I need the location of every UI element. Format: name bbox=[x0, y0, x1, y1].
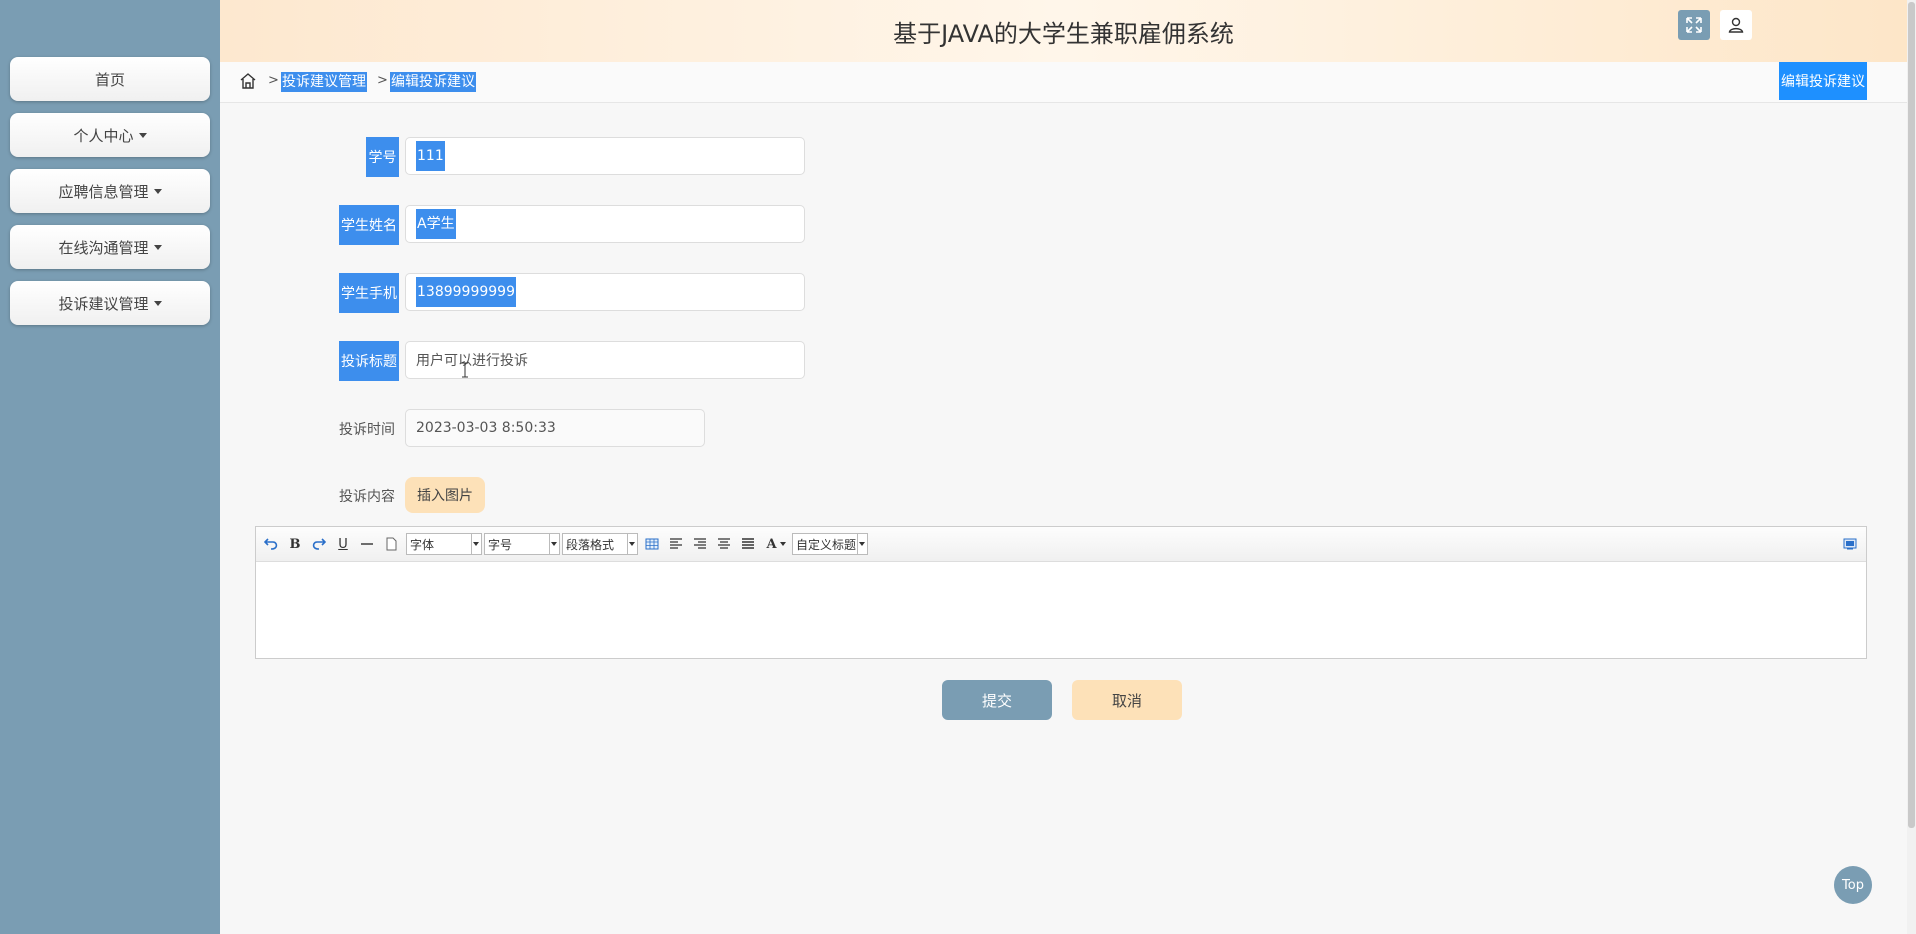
undo-icon[interactable] bbox=[262, 535, 280, 553]
student-phone-input[interactable]: 13899999999 bbox=[405, 273, 805, 311]
align-right-icon[interactable] bbox=[691, 535, 709, 553]
font-family-select-value: 字体 bbox=[410, 537, 435, 552]
sidebar-item-complaints[interactable]: 投诉建议管理 bbox=[10, 281, 210, 325]
align-left-icon[interactable] bbox=[667, 535, 685, 553]
caret-down-icon bbox=[138, 132, 147, 138]
caret-down-icon bbox=[153, 188, 162, 194]
sidebar-item-personal-center[interactable]: 个人中心 bbox=[10, 113, 210, 157]
student-id-label: 学号 bbox=[366, 137, 399, 177]
editor-toolbar: B U 字体 字号 段落格式 A 自定义标题 bbox=[256, 527, 1866, 562]
student-name-label: 学生姓名 bbox=[339, 205, 399, 245]
underline-icon[interactable]: U bbox=[334, 535, 352, 553]
student-name-value: A学生 bbox=[416, 209, 456, 239]
sidebar-item-application-info[interactable]: 应聘信息管理 bbox=[10, 169, 210, 213]
align-justify-icon[interactable] bbox=[739, 535, 757, 553]
back-to-top-button[interactable]: Top bbox=[1834, 866, 1872, 904]
student-phone-value: 13899999999 bbox=[416, 277, 516, 307]
font-family-select[interactable]: 字体 bbox=[406, 533, 482, 555]
text-cursor-icon bbox=[462, 362, 468, 378]
dropdown-arrow-icon bbox=[859, 542, 865, 546]
caret-down-icon bbox=[153, 300, 162, 306]
horizontal-line-icon[interactable] bbox=[358, 535, 376, 553]
divider bbox=[857, 534, 858, 554]
caret-down-icon bbox=[153, 244, 162, 250]
header: 基于JAVA的大学生兼职雇佣系统 bbox=[220, 0, 1907, 62]
scrollbar[interactable] bbox=[1907, 0, 1916, 934]
redo-icon[interactable] bbox=[310, 535, 328, 553]
custom-heading-select[interactable]: 自定义标题 bbox=[792, 533, 868, 555]
submit-button[interactable]: 提交 bbox=[942, 680, 1052, 720]
align-center-icon[interactable] bbox=[715, 535, 733, 553]
breadcrumb: > 投诉建议管理 > 编辑投诉建议 编辑投诉建议 bbox=[220, 62, 1907, 103]
student-name-input[interactable]: A学生 bbox=[405, 205, 805, 243]
font-size-select-value: 字号 bbox=[488, 537, 513, 552]
divider bbox=[471, 534, 472, 554]
complaint-content-label: 投诉内容 bbox=[339, 489, 395, 505]
dropdown-arrow-icon bbox=[473, 542, 479, 546]
page-title: 基于JAVA的大学生兼职雇佣系统 bbox=[893, 20, 1234, 48]
breadcrumb-separator: > bbox=[268, 73, 279, 88]
complaint-title-value: 用户可以进行投诉 bbox=[416, 353, 528, 369]
divider bbox=[627, 534, 628, 554]
bold-icon[interactable]: B bbox=[286, 535, 304, 553]
paragraph-format-select-value: 段落格式 bbox=[566, 537, 615, 552]
sidebar-item-label: 首页 bbox=[94, 70, 125, 89]
source-code-icon[interactable] bbox=[1841, 535, 1859, 553]
font-size-select[interactable]: 字号 bbox=[484, 533, 560, 555]
dropdown-arrow-icon bbox=[779, 542, 786, 546]
breadcrumb-separator: > bbox=[377, 73, 388, 88]
complaint-title-label: 投诉标题 bbox=[339, 341, 399, 381]
sidebar-item-online-chat[interactable]: 在线沟通管理 bbox=[10, 225, 210, 269]
user-button[interactable] bbox=[1720, 10, 1752, 40]
cancel-button[interactable]: 取消 bbox=[1072, 680, 1182, 720]
scrollbar-thumb[interactable] bbox=[1908, 2, 1915, 828]
sidebar-item-home[interactable]: 首页 bbox=[10, 57, 210, 101]
rich-text-editor[interactable]: B U 字体 字号 段落格式 A 自定义标题 bbox=[255, 526, 1867, 659]
complaint-time-value: 2023-03-03 8:50:33 bbox=[416, 420, 556, 436]
custom-heading-select-value: 自定义标题 bbox=[796, 537, 856, 552]
fullscreen-button[interactable] bbox=[1678, 10, 1710, 40]
dropdown-arrow-icon bbox=[551, 542, 557, 546]
breadcrumb-item-complaints[interactable]: 投诉建议管理 bbox=[281, 72, 367, 92]
font-color-icon[interactable]: A bbox=[763, 535, 789, 553]
page-icon[interactable] bbox=[382, 535, 400, 553]
student-phone-label: 学生手机 bbox=[339, 273, 399, 313]
sidebar-item-label: 个人中心 bbox=[73, 126, 134, 145]
divider bbox=[549, 534, 550, 554]
fullscreen-icon bbox=[1686, 17, 1702, 33]
paragraph-format-select[interactable]: 段落格式 bbox=[562, 533, 638, 555]
table-icon[interactable] bbox=[643, 535, 661, 553]
breadcrumb-item-edit-complaint: 编辑投诉建议 bbox=[390, 72, 476, 92]
home-icon[interactable] bbox=[238, 71, 258, 91]
sidebar-item-label: 应聘信息管理 bbox=[58, 182, 149, 201]
dropdown-arrow-icon bbox=[629, 542, 635, 546]
breadcrumb-current-page: 编辑投诉建议 bbox=[1779, 62, 1867, 100]
complaint-time-input[interactable]: 2023-03-03 8:50:33 bbox=[405, 409, 705, 447]
sidebar-item-label: 在线沟通管理 bbox=[58, 238, 149, 257]
student-id-input[interactable]: 111 bbox=[405, 137, 805, 175]
sidebar: 首页 个人中心 应聘信息管理 在线沟通管理 投诉建议管理 bbox=[0, 0, 220, 934]
complaint-time-label: 投诉时间 bbox=[339, 422, 395, 438]
insert-image-button[interactable]: 插入图片 bbox=[405, 477, 485, 513]
user-icon bbox=[1728, 17, 1744, 33]
sidebar-item-label: 投诉建议管理 bbox=[58, 294, 149, 313]
student-id-value: 111 bbox=[416, 141, 445, 171]
font-color-label: A bbox=[766, 536, 777, 552]
